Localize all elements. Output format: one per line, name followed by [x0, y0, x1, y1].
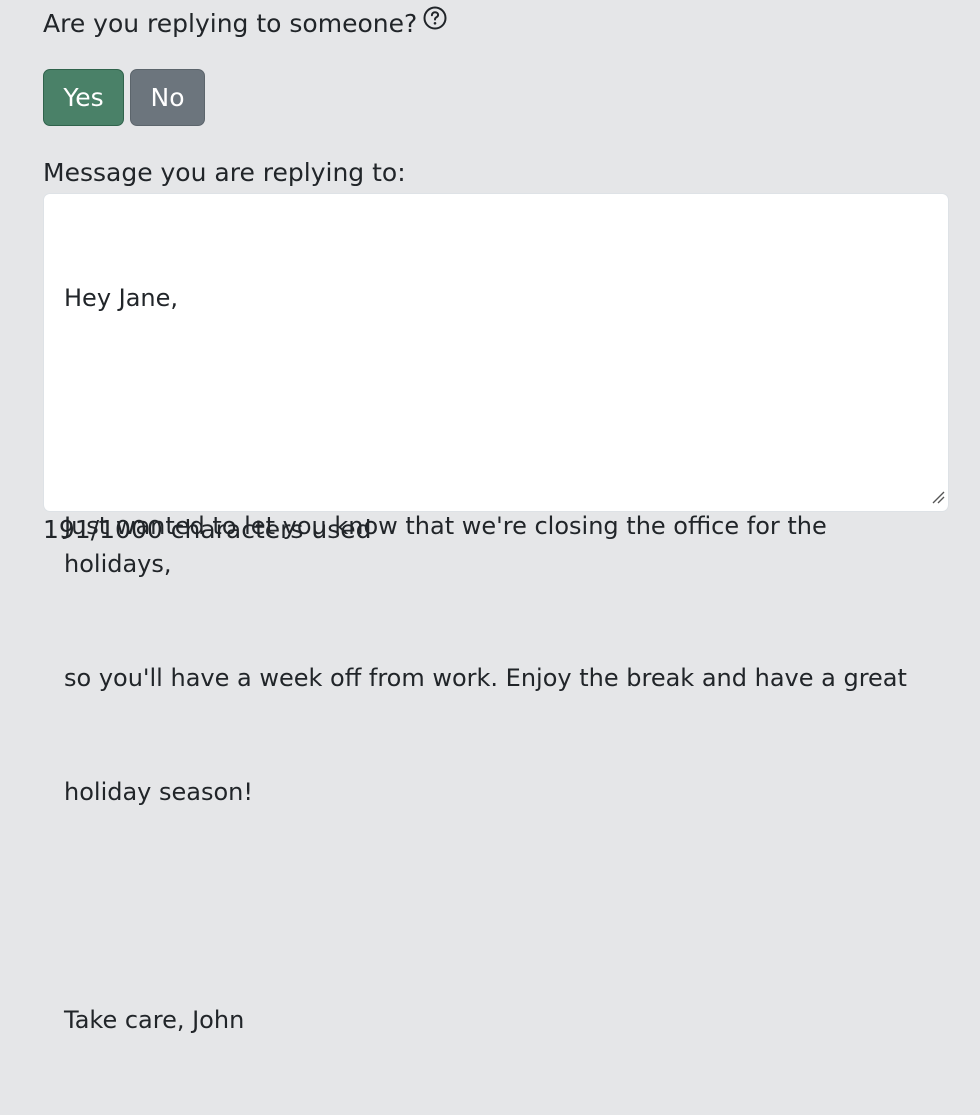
reply-question: Are you replying to someone?: [43, 6, 447, 42]
character-counter: 191/1000 characters used: [43, 515, 372, 544]
message-line: [64, 887, 928, 925]
reply-message-textarea[interactable]: Hey Jane, Just wanted to let you know th…: [43, 193, 949, 1034]
message-line: Hey Jane,: [64, 284, 179, 312]
resize-handle-icon[interactable]: [930, 489, 946, 509]
reply-message-text[interactable]: Hey Jane, Just wanted to let you know th…: [64, 203, 928, 1115]
message-line: Take care, John: [64, 1006, 245, 1034]
no-button[interactable]: No: [130, 69, 205, 126]
reply-toggle-group: Yes No: [43, 69, 205, 126]
message-line: [64, 393, 928, 431]
question-circle-icon[interactable]: [423, 6, 447, 30]
reply-message-label: Message you are replying to:: [43, 158, 406, 187]
yes-button[interactable]: Yes: [43, 69, 124, 126]
message-line: so you'll have a week off from work. Enj…: [64, 664, 907, 692]
reply-question-label: Are you replying to someone?: [43, 9, 418, 38]
message-line: holiday season!: [64, 778, 253, 806]
